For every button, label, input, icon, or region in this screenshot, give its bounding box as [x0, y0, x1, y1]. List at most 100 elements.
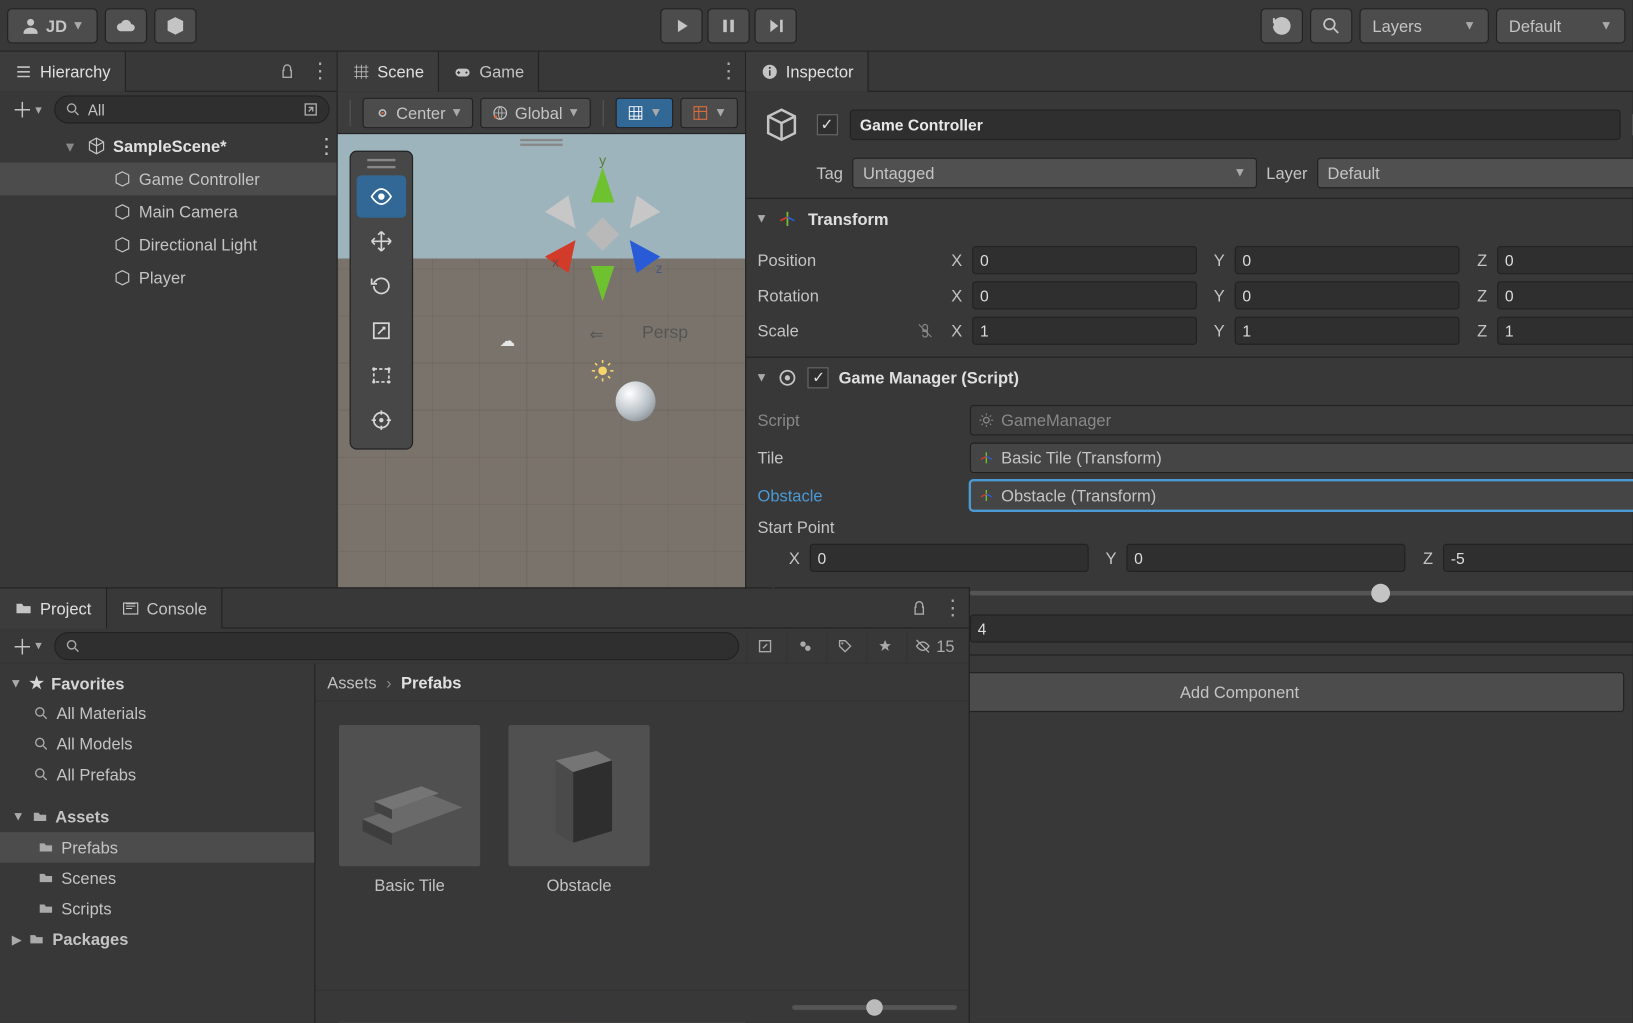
- favorite-all-models[interactable]: All Models: [33, 729, 314, 760]
- favorite-icon[interactable]: [867, 630, 902, 661]
- folder-prefabs[interactable]: Prefabs: [0, 832, 314, 863]
- tab-project[interactable]: Project: [0, 588, 107, 628]
- tab-scene[interactable]: Scene: [337, 51, 439, 91]
- panel-menu-icon[interactable]: ⋮: [712, 55, 745, 88]
- gameobject-name-field[interactable]: [849, 109, 1620, 140]
- asset-thumbnail: [508, 725, 649, 866]
- panel-menu-icon[interactable]: ⋮: [303, 55, 336, 88]
- layout-dropdown[interactable]: Default▼: [1496, 8, 1625, 43]
- startpoint-z[interactable]: [1443, 544, 1633, 572]
- lock-icon[interactable]: [270, 55, 303, 88]
- favorite-all-prefabs[interactable]: All Prefabs: [33, 759, 314, 790]
- tab-console[interactable]: Console: [107, 588, 223, 628]
- rotation-x[interactable]: [972, 281, 1197, 309]
- constrain-icon[interactable]: [915, 321, 934, 340]
- favorite-all-materials[interactable]: All Materials: [33, 698, 314, 729]
- scene-row[interactable]: ▾ SampleScene* ⋮: [0, 129, 336, 162]
- move-tool[interactable]: [356, 220, 405, 262]
- toolstrip-drag-handle[interactable]: [367, 159, 395, 168]
- hierarchy-search-input[interactable]: [88, 101, 295, 119]
- rotate-tool[interactable]: [356, 265, 405, 307]
- pause-button[interactable]: [707, 8, 749, 43]
- no-obstacles-value[interactable]: [969, 614, 1633, 642]
- transform-tool[interactable]: [356, 399, 405, 441]
- tab-game[interactable]: Game: [439, 51, 539, 91]
- folder-scenes[interactable]: Scenes: [0, 863, 314, 894]
- layers-dropdown[interactable]: Layers▼: [1359, 8, 1488, 43]
- hierarchy-item-game-controller[interactable]: Game Controller: [0, 162, 336, 195]
- hierarchy-search[interactable]: [54, 95, 329, 123]
- hidden-toggle[interactable]: 15: [907, 630, 962, 661]
- active-checkbox[interactable]: [816, 114, 837, 135]
- orientation-gizmo[interactable]: y x z: [523, 155, 676, 308]
- expand-search-icon[interactable]: [747, 630, 782, 661]
- asset-obstacle[interactable]: Obstacle: [508, 725, 649, 894]
- collapse-icon[interactable]: ▾: [66, 136, 80, 156]
- overlay-drag-handle[interactable]: [520, 139, 562, 146]
- step-button[interactable]: [754, 8, 796, 43]
- scale-y[interactable]: [1234, 317, 1459, 345]
- play-button[interactable]: [660, 8, 702, 43]
- asset-basic-tile[interactable]: Basic Tile: [339, 725, 480, 894]
- filter-by-label-icon[interactable]: [827, 630, 862, 661]
- create-dropdown[interactable]: ＋▾: [7, 94, 46, 125]
- view-tool[interactable]: [356, 175, 405, 217]
- hierarchy-item-player[interactable]: Player: [0, 261, 336, 294]
- hierarchy-item-main-camera[interactable]: Main Camera: [0, 195, 336, 228]
- position-x[interactable]: [972, 246, 1197, 274]
- rect-tool[interactable]: [356, 354, 405, 396]
- scale-tool[interactable]: [356, 310, 405, 352]
- pivot-dropdown[interactable]: Center▼: [362, 97, 474, 128]
- project-create-dropdown[interactable]: ＋▾: [7, 630, 46, 661]
- account-button[interactable]: JD ▼: [7, 8, 97, 43]
- obstacle-field[interactable]: Obstacle (Transform) ⊙: [969, 480, 1633, 511]
- snap-increment-button[interactable]: ▼: [680, 97, 738, 128]
- lock-icon[interactable]: [903, 591, 936, 624]
- rotation-y[interactable]: [1234, 281, 1459, 309]
- projection-label[interactable]: Persp: [642, 322, 688, 342]
- script-field[interactable]: GameManager ⊙: [969, 405, 1633, 436]
- search-icon: [33, 766, 49, 782]
- hierarchy-item-directional-light[interactable]: Directional Light: [0, 228, 336, 261]
- grid-snap-button[interactable]: ▼: [615, 97, 673, 128]
- scale-z[interactable]: [1497, 317, 1633, 345]
- rotation-z[interactable]: [1497, 281, 1633, 309]
- panel-menu-icon[interactable]: ⋮: [936, 591, 969, 624]
- project-search[interactable]: [54, 631, 740, 659]
- spawn-slider[interactable]: [969, 591, 1633, 596]
- folder-icon: [32, 809, 48, 825]
- scale-x[interactable]: [972, 317, 1197, 345]
- packages-folder[interactable]: ▶Packages: [0, 924, 314, 955]
- component-enabled-checkbox[interactable]: [808, 367, 829, 388]
- tab-inspector[interactable]: Inspector: [746, 51, 869, 91]
- global-search-button[interactable]: [1310, 8, 1352, 43]
- crumb-assets[interactable]: Assets: [327, 673, 376, 692]
- tile-field[interactable]: Basic Tile (Transform) ⊙: [969, 443, 1633, 474]
- asset-grid: Basic Tile Obstacle: [315, 701, 968, 989]
- collapse-icon[interactable]: ▼: [755, 212, 768, 226]
- scene-menu-icon[interactable]: ⋮: [316, 134, 336, 159]
- folder-scripts[interactable]: Scripts: [0, 893, 314, 924]
- add-component-button[interactable]: Add Component: [854, 672, 1624, 712]
- thumbnail-size-slider[interactable]: [792, 1005, 957, 1010]
- crumb-prefabs[interactable]: Prefabs: [401, 673, 461, 692]
- assets-folder[interactable]: ▼Assets: [0, 802, 314, 833]
- undo-history-button[interactable]: [1261, 8, 1303, 43]
- collapse-icon[interactable]: ▼: [755, 371, 768, 385]
- expand-search-icon[interactable]: [302, 101, 318, 117]
- project-search-input[interactable]: [88, 637, 729, 655]
- gameobject-icon: [113, 169, 132, 188]
- tag-dropdown[interactable]: Untagged▼: [852, 158, 1257, 189]
- position-z[interactable]: [1497, 246, 1633, 274]
- package-button[interactable]: [154, 8, 196, 43]
- filter-by-type-icon[interactable]: [787, 630, 822, 661]
- layer-dropdown[interactable]: Default▼: [1317, 158, 1633, 189]
- favorites-header[interactable]: ▼★ Favorites: [0, 669, 314, 698]
- space-dropdown[interactable]: Global▼: [481, 97, 591, 128]
- folder-icon: [29, 931, 45, 947]
- position-y[interactable]: [1234, 246, 1459, 274]
- tab-hierarchy[interactable]: Hierarchy: [0, 51, 126, 91]
- startpoint-y[interactable]: [1126, 544, 1405, 572]
- cloud-button[interactable]: [105, 8, 147, 43]
- startpoint-x[interactable]: [809, 544, 1088, 572]
